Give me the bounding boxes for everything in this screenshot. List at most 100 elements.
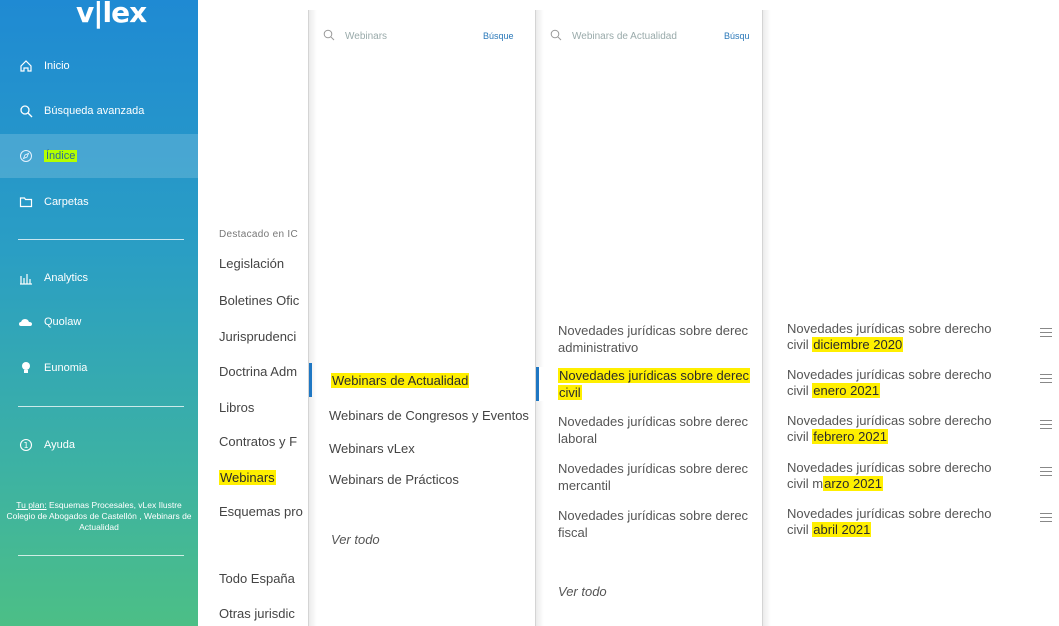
sidebar-item-carpetas[interactable]: Carpetas: [0, 180, 198, 224]
document-title-prefix: civil: [787, 383, 813, 398]
list-item-line: Novedades jurídicas sobre derec: [558, 461, 749, 476]
index-item-esquemas[interactable]: Esquemas pro: [219, 504, 308, 519]
list-menu-icon[interactable]: [1040, 467, 1052, 477]
index-item-label: Webinars: [219, 470, 276, 485]
sidebar-divider: [18, 406, 184, 407]
document-date: enero 2021: [812, 383, 881, 398]
sidebar-item-label: Carpetas: [44, 196, 89, 208]
compass-icon: [18, 148, 34, 164]
search-input[interactable]: Webinars: [345, 31, 483, 42]
sidebar-item-label: Analytics: [44, 272, 89, 284]
plan-link[interactable]: Tu plan:: [16, 500, 46, 510]
ver-todo-link[interactable]: Ver todo: [558, 584, 607, 599]
sidebar-divider: [18, 555, 184, 556]
index-item-doctrina[interactable]: Doctrina Adm: [219, 364, 308, 379]
sidebar-item-ayuda[interactable]: 1 Ayuda: [0, 423, 198, 467]
document-title-prefix: civil: [787, 522, 813, 537]
svg-text:1: 1: [23, 441, 28, 450]
column-search[interactable]: Webinars de Actualidad Búsqu: [550, 25, 750, 47]
sidebar-item-label: Eunomia: [44, 362, 88, 374]
list-menu-icon[interactable]: [1040, 420, 1052, 430]
list-menu-icon[interactable]: [1040, 374, 1052, 384]
index-column-2: Webinars Búsque Webinars de Actualidad W…: [308, 10, 535, 626]
list-item-line: Novedades jurídicas sobre derec: [558, 368, 751, 383]
document-date: diciembre 2020: [812, 337, 904, 352]
list-item-line: administrativo: [558, 340, 639, 355]
list-item-line: mercantil: [558, 478, 611, 493]
plan-info: Tu plan: Esquemas Procesales, vLex Ilust…: [6, 500, 192, 533]
sidebar-item-inicio[interactable]: Inicio: [0, 44, 198, 88]
index-item-legislacion[interactable]: Legislación: [219, 256, 308, 271]
document-date: arzo 2021: [823, 476, 883, 491]
list-item-administrativo[interactable]: Novedades jurídicas sobre derec administ…: [536, 322, 762, 356]
index-item-webinars[interactable]: Webinars: [219, 470, 308, 485]
sidebar-item-analytics[interactable]: Analytics: [0, 256, 198, 300]
sidebar-item-indice[interactable]: Índice: [0, 134, 198, 178]
index-item-libros[interactable]: Libros: [219, 400, 308, 415]
list-item-webinars-congresos[interactable]: Webinars de Congresos y Eventos: [309, 398, 535, 432]
column-shadow: [309, 10, 317, 626]
sidebar-item-busqueda-avanzada[interactable]: Búsqueda avanzada: [0, 89, 198, 133]
column-search[interactable]: Webinars Búsque: [323, 25, 514, 47]
vlex-logo[interactable]: v|lex: [76, 0, 147, 29]
index-item-contratos[interactable]: Contratos y F: [219, 434, 308, 449]
list-item-line: civil: [558, 385, 582, 400]
document-title-line: Novedades jurídicas sobre derecho: [787, 321, 992, 336]
document-date: abril 2021: [812, 522, 872, 537]
document-item[interactable]: Novedades jurídicas sobre derecho civil …: [787, 367, 1027, 399]
home-icon: [18, 58, 34, 74]
index-item-otras-jurisdicciones[interactable]: Otras jurisdic: [219, 606, 308, 621]
search-icon: [550, 29, 564, 44]
list-item-webinars-vlex[interactable]: Webinars vLex: [309, 431, 535, 465]
list-item-laboral[interactable]: Novedades jurídicas sobre derec laboral: [536, 413, 762, 447]
document-title-line: Novedades jurídicas sobre derecho: [787, 506, 992, 521]
document-title-prefix: civil: [787, 476, 813, 491]
list-item-webinars-actualidad[interactable]: Webinars de Actualidad: [309, 363, 535, 397]
cloud-icon: [18, 314, 34, 330]
index-item-boletines[interactable]: Boletines Ofic: [219, 293, 308, 308]
ver-todo-link[interactable]: Ver todo: [331, 532, 380, 547]
search-icon: [18, 103, 34, 119]
document-title-line: Novedades jurídicas sobre derecho: [787, 413, 992, 428]
search-input[interactable]: Webinars de Actualidad: [572, 31, 724, 42]
document-title-prefix: civil: [787, 337, 813, 352]
document-date-plain: m: [812, 476, 824, 491]
list-item-civil[interactable]: Novedades jurídicas sobre derec civil: [536, 367, 762, 401]
document-title-line: Novedades jurídicas sobre derecho: [787, 367, 992, 382]
sidebar-item-label: Ayuda: [44, 439, 75, 451]
sidebar-item-quolaw[interactable]: Quolaw: [0, 300, 198, 344]
document-item[interactable]: Novedades jurídicas sobre derecho civil …: [787, 506, 1027, 538]
list-item-fiscal[interactable]: Novedades jurídicas sobre derec fiscal: [536, 507, 762, 541]
document-item[interactable]: Novedades jurídicas sobre derecho civil …: [787, 413, 1027, 445]
search-button[interactable]: Búsque: [483, 31, 514, 41]
sidebar-item-label: Inicio: [44, 60, 70, 72]
list-item-line: fiscal: [558, 525, 588, 540]
search-button[interactable]: Búsqu: [724, 31, 750, 41]
list-item-line: Novedades jurídicas sobre derec: [558, 323, 749, 338]
document-item[interactable]: Novedades jurídicas sobre derecho civil …: [787, 321, 1027, 353]
index-column-4: Novedades jurídicas sobre derecho civil …: [762, 10, 1059, 626]
document-title-line: Novedades jurídicas sobre derecho: [787, 460, 992, 475]
sidebar-item-label: Índice: [44, 150, 78, 162]
sidebar-divider: [18, 239, 184, 240]
index-column-1: Destacado en IC Legislación Boletines Of…: [198, 10, 308, 626]
help-icon: 1: [18, 437, 34, 453]
list-item-webinars-practicos[interactable]: Webinars de Prácticos: [309, 462, 535, 496]
document-item[interactable]: Novedades jurídicas sobre derecho civil …: [787, 460, 1027, 492]
index-item-todo-espana[interactable]: Todo España: [219, 571, 308, 586]
list-item-line: laboral: [558, 431, 598, 446]
column-shadow: [763, 10, 771, 626]
list-item-line: Novedades jurídicas sobre derec: [558, 414, 749, 429]
sidebar-item-eunomia[interactable]: Eunomia: [0, 346, 198, 390]
list-item-label: Webinars de Actualidad: [331, 372, 470, 388]
list-menu-icon[interactable]: [1040, 513, 1052, 523]
document-title-prefix: civil: [787, 429, 813, 444]
index-column-3: Webinars de Actualidad Búsqu Novedades j…: [535, 10, 762, 626]
list-item-mercantil[interactable]: Novedades jurídicas sobre derec mercanti…: [536, 460, 762, 494]
index-item-jurisprudencia[interactable]: Jurisprudenci: [219, 329, 308, 344]
list-item-line: Novedades jurídicas sobre derec: [558, 508, 749, 523]
sidebar-item-label: Quolaw: [44, 316, 82, 328]
document-date: febrero 2021: [812, 429, 889, 444]
list-menu-icon[interactable]: [1040, 328, 1052, 338]
sidebar: v|lex Inicio Búsqueda avanzada Índice Ca…: [0, 0, 198, 626]
